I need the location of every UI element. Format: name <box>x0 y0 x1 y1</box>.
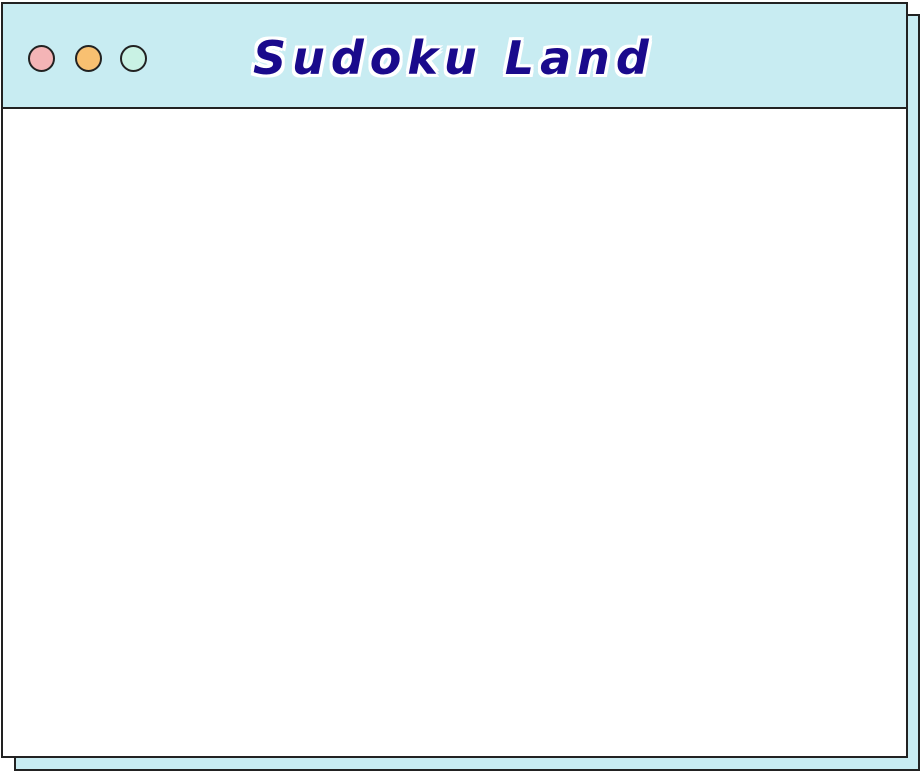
titlebar[interactable]: Sudoku Land <box>3 4 906 109</box>
maximize-dot-icon[interactable] <box>120 45 147 72</box>
window-title: Sudoku Land <box>253 31 655 85</box>
minimize-dot-icon[interactable] <box>75 45 102 72</box>
content-area <box>3 109 906 756</box>
close-dot-icon[interactable] <box>28 45 55 72</box>
app-window: Sudoku Land <box>1 2 908 758</box>
